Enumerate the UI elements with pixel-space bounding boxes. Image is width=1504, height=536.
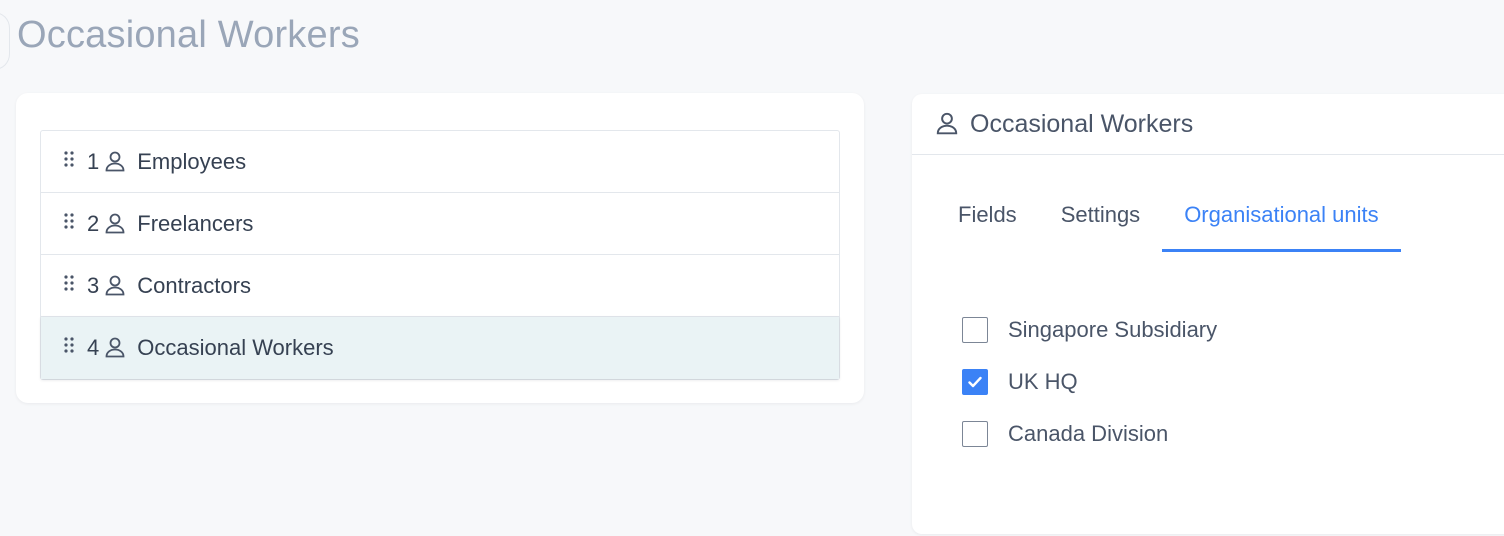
- person-icon: [103, 211, 127, 235]
- person-icon: [934, 110, 960, 136]
- item-label: Contractors: [137, 272, 251, 298]
- person-icon: [103, 273, 127, 297]
- worker-types-card: 1 Employees 2 Freelancers 3 Contractors …: [16, 93, 864, 403]
- item-label: Freelancers: [137, 210, 254, 236]
- unit-label: UK HQ: [1008, 369, 1078, 394]
- org-unit-option[interactable]: Singapore Subsidiary: [962, 304, 1217, 356]
- detail-panel: Occasional Workers Fields Settings Organ…: [912, 94, 1504, 534]
- unit-checkbox-checked[interactable]: [962, 369, 988, 395]
- collapse-handle[interactable]: [0, 12, 10, 70]
- item-number: 4: [87, 335, 100, 360]
- org-units-list: Singapore Subsidiary UK HQ Canada Divisi…: [962, 304, 1217, 460]
- item-number: 3: [87, 272, 100, 298]
- drag-handle-icon[interactable]: [63, 336, 75, 354]
- list-item-selected[interactable]: 4 Occasional Workers: [41, 317, 839, 379]
- tab-settings[interactable]: Settings: [1039, 182, 1163, 252]
- tab-organisational-units[interactable]: Organisational units: [1162, 182, 1401, 252]
- list-item[interactable]: 3 Contractors: [41, 255, 839, 317]
- item-label: Occasional Workers: [137, 335, 334, 360]
- tab-fields[interactable]: Fields: [936, 182, 1039, 252]
- worker-types-list: 1 Employees 2 Freelancers 3 Contractors …: [40, 130, 840, 380]
- item-number: 2: [87, 210, 100, 236]
- item-number: 1: [87, 148, 100, 174]
- detail-title: Occasional Workers: [970, 109, 1194, 138]
- person-icon: [103, 149, 127, 173]
- unit-checkbox[interactable]: [962, 317, 988, 343]
- page-title: Occasional Workers: [17, 14, 360, 56]
- drag-handle-icon[interactable]: [63, 274, 75, 292]
- org-unit-option[interactable]: Canada Division: [962, 408, 1217, 460]
- unit-label: Canada Division: [1008, 421, 1169, 446]
- list-item[interactable]: 2 Freelancers: [41, 193, 839, 255]
- person-icon: [103, 335, 127, 359]
- unit-checkbox[interactable]: [962, 421, 988, 447]
- drag-handle-icon[interactable]: [63, 150, 75, 168]
- unit-label: Singapore Subsidiary: [1008, 317, 1218, 342]
- item-label: Employees: [137, 148, 247, 174]
- checkmark-icon: [968, 376, 982, 388]
- detail-header: Occasional Workers: [912, 94, 1504, 155]
- detail-tabs: Fields Settings Organisational units: [936, 182, 1401, 252]
- drag-handle-icon[interactable]: [63, 212, 75, 230]
- list-item[interactable]: 1 Employees: [41, 131, 839, 193]
- org-unit-option[interactable]: UK HQ: [962, 356, 1217, 408]
